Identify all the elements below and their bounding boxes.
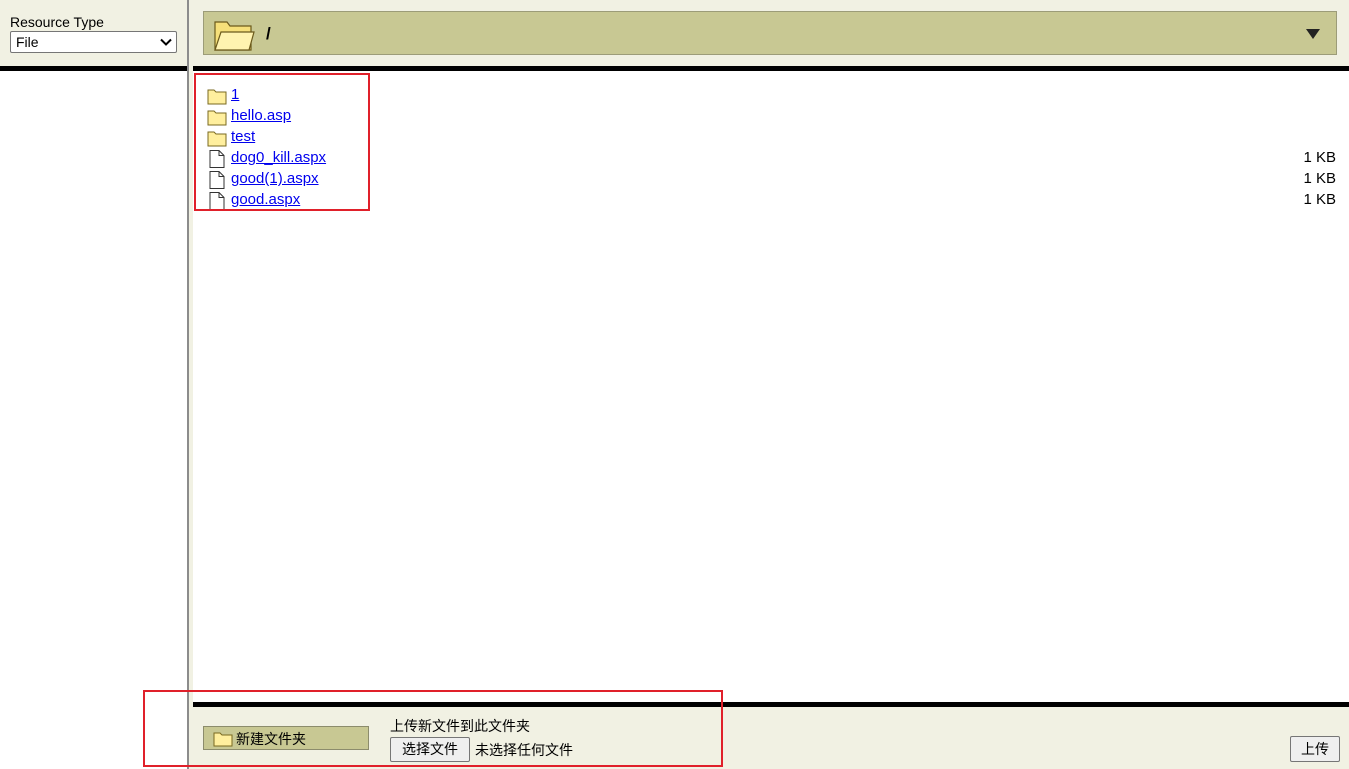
file-icon <box>209 192 225 210</box>
file-icon <box>209 150 225 168</box>
folder-link[interactable]: test <box>231 128 255 145</box>
chevron-down-icon <box>160 38 172 46</box>
folder-icon <box>207 89 227 105</box>
file-row: 1 <box>193 85 1349 106</box>
file-size: 1 KB <box>1303 149 1336 166</box>
file-icon <box>209 171 225 189</box>
file-row: good.aspx 1 KB <box>193 190 1349 211</box>
file-link[interactable]: dog0_kill.aspx <box>231 149 326 166</box>
file-list: 1 hello.asp test dog0_kill.aspx 1 KB good(1).… <box>193 71 1349 702</box>
file-size: 1 KB <box>1303 191 1336 208</box>
bottom-toolbar: 新建文件夹 上传新文件到此文件夹 选择文件 未选择任何文件 上传 <box>193 707 1349 769</box>
resource-type-panel: Resource Type File <box>0 0 187 66</box>
file-link[interactable]: good.aspx <box>231 191 300 208</box>
choose-file-button[interactable]: 选择文件 <box>390 737 470 762</box>
file-size: 1 KB <box>1303 170 1336 187</box>
current-path: / <box>266 24 271 43</box>
new-folder-label: 新建文件夹 <box>236 731 306 747</box>
folder-link[interactable]: 1 <box>231 86 239 103</box>
upload-title: 上传新文件到此文件夹 <box>390 718 530 734</box>
folder-icon <box>213 732 233 747</box>
triangle-down-icon[interactable] <box>1306 29 1320 39</box>
folder-icon <box>207 110 227 126</box>
file-row: dog0_kill.aspx 1 KB <box>193 148 1349 169</box>
folder-link[interactable]: hello.asp <box>231 107 291 124</box>
file-row: test <box>193 127 1349 148</box>
file-link[interactable]: good(1).aspx <box>231 170 319 187</box>
path-toolbar: / <box>193 0 1349 66</box>
resource-type-selected: File <box>16 34 39 50</box>
folder-icon <box>207 131 227 147</box>
upload-button[interactable]: 上传 <box>1290 736 1340 762</box>
resource-type-label: Resource Type <box>10 14 104 30</box>
resource-type-select[interactable]: File <box>10 31 177 53</box>
new-folder-button[interactable]: 新建文件夹 <box>203 726 369 750</box>
path-selector[interactable]: / <box>203 11 1337 55</box>
left-bottom-panel <box>0 702 187 769</box>
file-row: good(1).aspx 1 KB <box>193 169 1349 190</box>
file-row: hello.asp <box>193 106 1349 127</box>
open-folder-icon <box>214 21 255 51</box>
no-file-selected-text: 未选择任何文件 <box>475 742 573 758</box>
